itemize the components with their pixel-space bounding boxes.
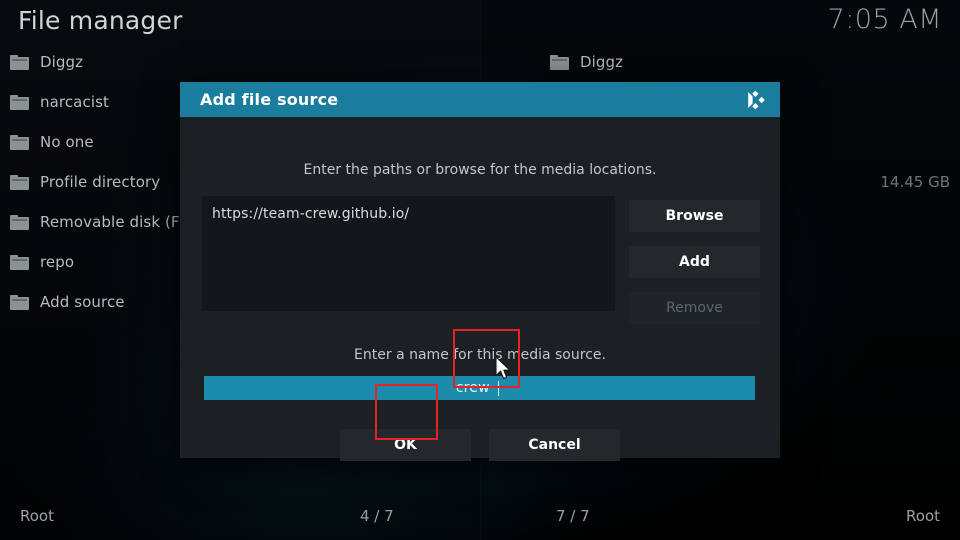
list-item-label: narcacist [40, 93, 109, 111]
name-hint-label: Enter a name for this media source. [354, 347, 606, 363]
list-item[interactable]: Diggz [540, 42, 960, 82]
folder-icon [10, 94, 29, 110]
source-name-input[interactable]: crew [204, 376, 755, 400]
mouse-cursor [495, 356, 513, 382]
path-list-item[interactable]: https://team-crew.github.io/ [202, 196, 615, 222]
list-item-label: No one [40, 133, 94, 151]
clock: 7:05 AM [827, 4, 942, 35]
folder-icon [550, 54, 569, 70]
paths-list[interactable]: https://team-crew.github.io/ [202, 196, 615, 311]
status-right-path: Root [906, 507, 940, 525]
list-item-label: Add source [40, 293, 125, 311]
dialog-title: Add file source [200, 90, 339, 109]
folder-icon [10, 134, 29, 150]
status-left-path: Root [20, 507, 54, 525]
folder-icon [10, 54, 29, 70]
text-caret [497, 380, 500, 396]
dialog-body: Enter the paths or browse for the media … [180, 117, 780, 461]
list-item-label: Diggz [40, 53, 84, 71]
list-item-label: Profile directory [40, 173, 161, 191]
add-file-source-dialog: Add file source Enter the paths or brows… [180, 82, 780, 461]
status-left-count: 4 / 7 [360, 507, 394, 525]
kodi-file-manager-screen: File manager 7:05 AM Diggz narcacist No … [0, 0, 960, 540]
remove-button: Remove [629, 292, 760, 324]
kodi-logo-icon [744, 89, 766, 111]
ok-button[interactable]: OK [340, 429, 471, 461]
add-button[interactable]: Add [629, 246, 760, 278]
folder-icon [10, 214, 29, 230]
cancel-button[interactable]: Cancel [489, 429, 620, 461]
page-title: File manager [18, 6, 183, 35]
list-item-label: repo [40, 253, 75, 271]
status-bar: Root 4 / 7 7 / 7 Root [0, 496, 960, 540]
status-right-count: 7 / 7 [556, 507, 590, 525]
dialog-header: Add file source [180, 82, 780, 117]
list-item-size: 14.45 GB [880, 173, 950, 191]
paths-hint-label: Enter the paths or browse for the media … [303, 162, 657, 178]
folder-icon [10, 294, 29, 310]
folder-icon [10, 174, 29, 190]
list-item-label: Diggz [580, 53, 624, 71]
list-item-label: Removable disk (F:) [40, 213, 190, 231]
list-item[interactable]: Diggz [0, 42, 470, 82]
source-name-value: crew [455, 380, 490, 396]
folder-icon [10, 254, 29, 270]
browse-button[interactable]: Browse [629, 200, 760, 232]
